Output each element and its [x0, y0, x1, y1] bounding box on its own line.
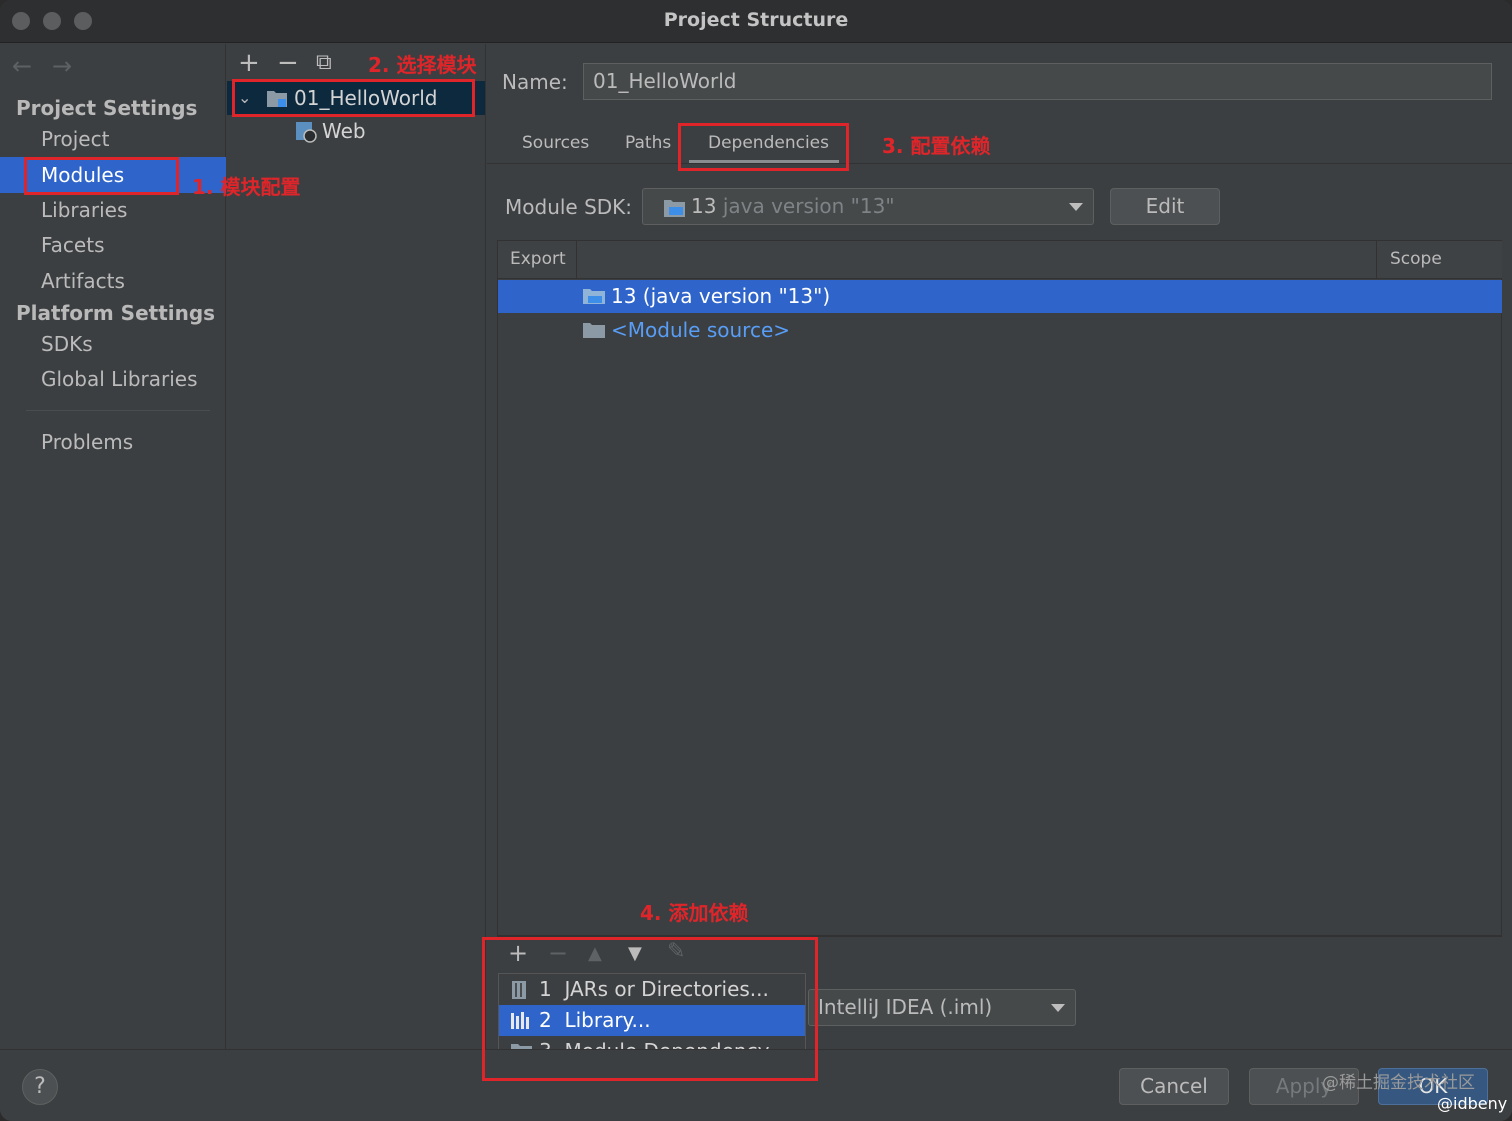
table-row[interactable]: <Module source>	[498, 314, 1502, 347]
web-facet-icon	[296, 122, 317, 143]
sdk-value: 13	[691, 194, 717, 218]
sdk-version: java version "13"	[722, 194, 895, 218]
project-settings-header: Project Settings	[16, 96, 198, 120]
add-module-icon[interactable]: +	[238, 48, 260, 78]
scope-column-header[interactable]: Scope	[1376, 241, 1502, 279]
watermark-text: @稀土掘金技术社区	[1322, 1073, 1475, 1093]
tab-paths[interactable]: Paths	[625, 133, 671, 153]
annotation-box-module	[232, 79, 475, 117]
sidebar-item-project[interactable]: Project	[0, 121, 226, 157]
annotation-box-dependencies	[678, 123, 849, 171]
export-column-header[interactable]: Export	[498, 241, 577, 279]
web-facet-label: Web	[322, 119, 366, 143]
table-row[interactable]: 13 (java version "13")	[498, 280, 1502, 313]
platform-settings-header: Platform Settings	[16, 301, 216, 325]
project-structure-window: Project Structure ← → Project Settings P…	[0, 0, 1512, 1121]
dependency-label: 13 (java version "13")	[611, 284, 831, 308]
module-name-field[interactable]: 01_HelloWorld	[583, 63, 1492, 100]
annotation-dependencies: 3. 配置依赖	[882, 134, 991, 158]
module-sdk-label: Module SDK:	[505, 195, 633, 219]
copy-module-icon[interactable]: ⧉	[316, 50, 332, 75]
name-label: Name:	[502, 70, 568, 94]
cancel-button[interactable]: Cancel	[1119, 1068, 1229, 1105]
forward-arrow-icon[interactable]: →	[52, 52, 72, 80]
annotation-modules: 1. 模块配置	[192, 175, 301, 199]
annotation-box-modules	[24, 157, 179, 195]
title-bar: Project Structure	[0, 0, 1512, 43]
storage-format-value: IntelliJ IDEA (.iml)	[818, 995, 993, 1019]
sidebar-item-artifacts[interactable]: Artifacts	[0, 263, 226, 299]
sidebar-item-global-libraries[interactable]: Global Libraries	[0, 361, 226, 397]
edit-sdk-button[interactable]: Edit	[1110, 188, 1220, 225]
sidebar-divider	[26, 410, 210, 411]
back-arrow-icon[interactable]: ←	[12, 52, 32, 80]
sdk-folder-icon	[664, 200, 685, 217]
module-tabs: Sources Paths Dependencies	[487, 119, 1512, 164]
watermark-author: @idbeny	[1437, 1094, 1508, 1113]
window-title: Project Structure	[663, 9, 849, 31]
dependency-label: <Module source>	[611, 318, 791, 342]
tab-sources[interactable]: Sources	[522, 133, 589, 153]
sidebar-item-problems[interactable]: Problems	[0, 424, 226, 460]
remove-module-icon[interactable]: −	[277, 48, 299, 78]
storage-format-select[interactable]: IntelliJ IDEA (.iml)	[808, 989, 1076, 1026]
chevron-down-icon	[1069, 203, 1083, 211]
dependencies-table-header: Export Scope	[498, 241, 1502, 279]
dependencies-table: Export Scope 13 (java version "13") <Mod…	[497, 240, 1502, 936]
annotation-add-dependency: 4. 添加依赖	[640, 901, 749, 925]
annotation-box-add-dependency	[482, 937, 818, 1081]
sidebar-item-facets[interactable]: Facets	[0, 227, 226, 263]
sdk-folder-icon	[583, 289, 605, 304]
sidebar-item-sdks[interactable]: SDKs	[0, 326, 226, 362]
tree-row-web[interactable]: Web	[227, 114, 485, 148]
chevron-down-icon	[1051, 1004, 1065, 1012]
folder-icon	[583, 323, 605, 338]
annotation-select-module: 2. 选择模块	[368, 53, 477, 77]
help-button[interactable]: ?	[22, 1069, 58, 1105]
module-sdk-select[interactable]: 13 java version "13"	[642, 188, 1094, 225]
